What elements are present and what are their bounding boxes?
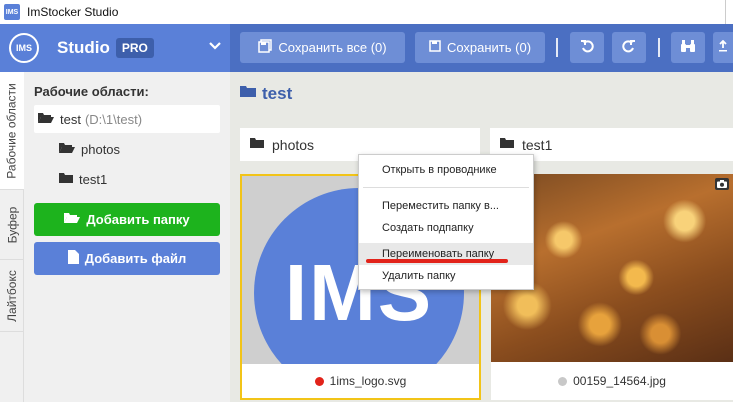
context-menu: Открыть в проводнике Переместить папку в… xyxy=(358,154,534,290)
upload-icon xyxy=(718,39,728,55)
save-icon xyxy=(429,40,441,55)
save-all-icon xyxy=(258,39,273,56)
highlight-underline xyxy=(366,259,508,263)
add-file-button[interactable]: Добавить файл xyxy=(34,242,220,275)
folder-icon xyxy=(250,137,264,152)
window-control-button[interactable] xyxy=(725,0,733,24)
toolbar-divider xyxy=(658,38,660,57)
workspace-name: test xyxy=(60,111,81,127)
save-button[interactable]: Сохранить (0) xyxy=(415,32,545,63)
app-icon: IMS xyxy=(4,4,20,20)
tab-buffer-label: Буфер xyxy=(5,206,20,243)
folder-icon xyxy=(240,85,256,103)
tab-workspaces-label: Рабочие области xyxy=(5,82,20,179)
save-label: Сохранить (0) xyxy=(446,40,532,55)
page-title: test xyxy=(240,84,292,104)
sidebar-folder-label: photos xyxy=(81,141,121,157)
sidebar-folder-photos[interactable]: photos xyxy=(34,135,220,163)
undo-icon xyxy=(580,39,594,56)
folder-open-icon xyxy=(59,142,75,157)
tab-workspaces[interactable]: Рабочие области xyxy=(0,72,24,190)
pro-badge: PRO xyxy=(115,38,154,58)
menu-item-label: Создать подпапку xyxy=(382,222,474,234)
studio-label: Studio xyxy=(57,38,110,57)
workspace-item[interactable]: test (D:\1\test) xyxy=(34,105,220,133)
window-title: ImStocker Studio xyxy=(27,5,119,19)
menu-item-label: Удалить папку xyxy=(382,270,456,282)
page-title-text: test xyxy=(262,84,293,103)
image-caption: 00159_14564.jpg xyxy=(491,362,733,400)
toolbar: Сохранить все (0) Сохранить (0) xyxy=(230,24,733,72)
image-filename: 1ims_logo.svg xyxy=(329,374,407,388)
toolbar-divider xyxy=(556,38,558,57)
redo-button[interactable] xyxy=(612,32,646,63)
sidebar-folder-test1[interactable]: test1 xyxy=(34,165,220,193)
redo-icon xyxy=(622,39,636,56)
side-tabs: Рабочие области Буфер Лайтбокс xyxy=(0,72,24,402)
menu-item-create-subfolder[interactable]: Создать подпапку xyxy=(359,217,533,239)
workspace-path: (D:\1\test) xyxy=(84,111,143,127)
file-icon xyxy=(67,250,79,267)
menu-divider xyxy=(363,187,529,188)
folder-icon xyxy=(59,172,73,187)
add-file-label: Добавить файл xyxy=(84,251,187,266)
image-filename: 00159_14564.jpg xyxy=(573,374,666,388)
image-caption: 1ims_logo.svg xyxy=(242,364,479,398)
menu-item-label: Переместить папку в... xyxy=(382,200,499,212)
menu-item-move-folder[interactable]: Переместить папку в... xyxy=(359,195,533,217)
camera-icon xyxy=(715,178,729,190)
folder-card-label: photos xyxy=(272,136,315,153)
save-all-label: Сохранить все (0) xyxy=(278,40,387,55)
status-dot xyxy=(314,376,324,386)
brand-area[interactable]: IMS Studio PRO xyxy=(0,24,230,72)
find-button[interactable] xyxy=(671,32,705,63)
top-bar: IMS Studio PRO Сохранить все (0) Сохрани… xyxy=(0,24,733,72)
logo: IMS xyxy=(9,33,39,63)
chevron-down-icon[interactable] xyxy=(208,38,222,54)
more-button[interactable] xyxy=(713,32,733,63)
binoculars-icon xyxy=(680,39,696,56)
folder-open-icon xyxy=(38,112,54,127)
folder-icon xyxy=(500,137,514,152)
undo-button[interactable] xyxy=(570,32,604,63)
menu-item-delete-folder[interactable]: Удалить папку xyxy=(359,265,533,287)
sidebar-heading: Рабочие области: xyxy=(34,84,149,99)
sidebar-folder-label: test1 xyxy=(79,171,108,187)
tab-buffer[interactable]: Буфер xyxy=(0,190,24,260)
add-folder-label: Добавить папку xyxy=(86,212,190,227)
menu-item-open-explorer[interactable]: Открыть в проводнике xyxy=(359,159,533,181)
add-folder-button[interactable]: Добавить папку xyxy=(34,203,220,236)
folder-card-label: test1 xyxy=(522,136,553,153)
title-bar: IMS ImStocker Studio xyxy=(0,0,733,24)
status-dot xyxy=(558,376,568,386)
tab-lightbox[interactable]: Лайтбокс xyxy=(0,260,24,332)
tab-lightbox-label: Лайтбокс xyxy=(5,269,19,322)
sidebar: Рабочие области: test (D:\1\test) photos… xyxy=(24,72,230,402)
menu-item-label: Открыть в проводнике xyxy=(382,164,497,176)
save-all-button[interactable]: Сохранить все (0) xyxy=(240,32,405,63)
folder-open-icon xyxy=(64,212,81,227)
